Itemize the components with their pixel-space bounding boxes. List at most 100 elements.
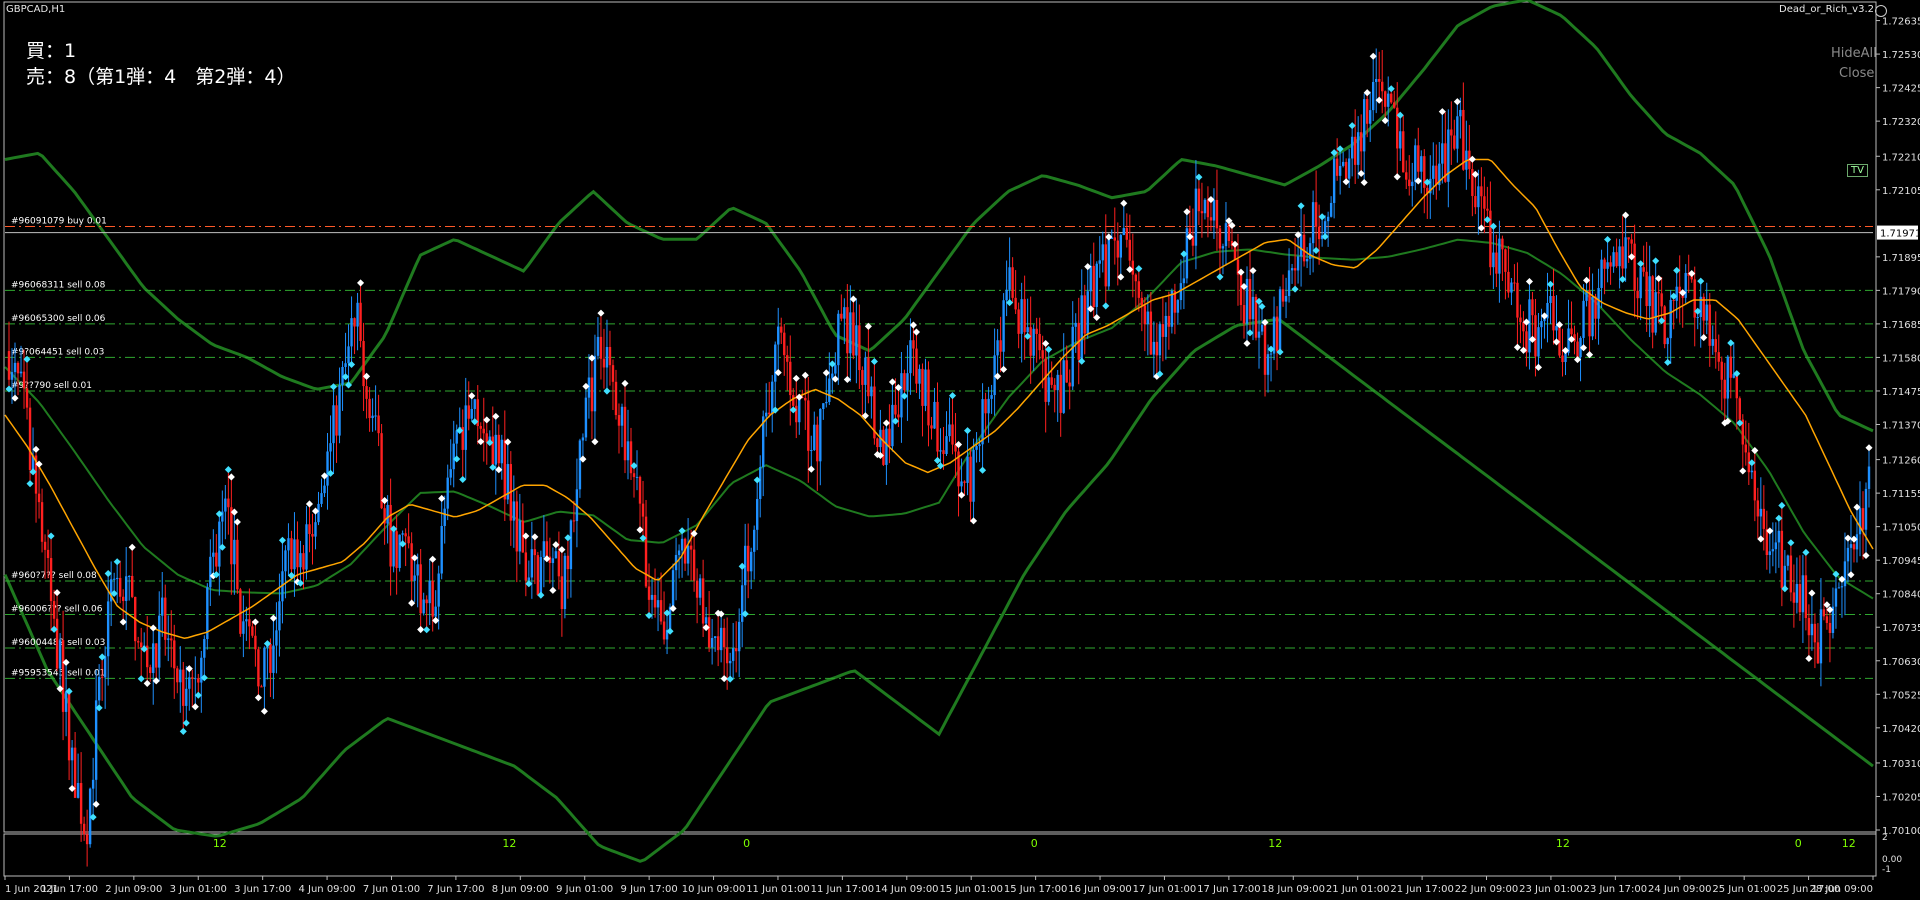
candle-body: [1651, 276, 1654, 333]
candle-body: [1074, 322, 1077, 327]
candle-body: [1411, 181, 1414, 187]
candle-body: [560, 576, 564, 610]
candle-body: [1044, 358, 1047, 402]
candle-body: [482, 428, 485, 434]
candle-body: [677, 550, 681, 555]
candle-body: [13, 362, 17, 373]
candle-body: [1723, 379, 1726, 399]
candle-body: [765, 412, 768, 417]
candle-body: [179, 669, 182, 683]
candle-body: [497, 434, 500, 464]
candle-body: [512, 501, 516, 521]
sub-y-tick-label: -1: [1882, 865, 1891, 875]
candle-body: [106, 601, 110, 657]
candle-body: [795, 405, 798, 423]
candle-body: [1314, 202, 1318, 227]
candle-body: [152, 643, 155, 674]
candle-body: [1486, 208, 1489, 211]
candle-body: [834, 365, 837, 374]
candle-body: [855, 325, 858, 356]
candle-body: [121, 596, 125, 601]
candle-body: [1408, 179, 1411, 187]
candle-body: [362, 341, 365, 387]
candle-body: [1041, 350, 1044, 359]
candle-body: [1552, 295, 1555, 331]
candle-body: [912, 340, 915, 349]
candle-body: [161, 597, 164, 616]
candle-body: [792, 395, 795, 406]
candle-body: [894, 404, 897, 415]
candle-body: [1062, 360, 1065, 413]
candle-body: [1624, 237, 1627, 269]
candle-body: [43, 541, 47, 550]
candle-body: [656, 600, 660, 608]
candle-body: [1675, 286, 1678, 301]
candle-body: [638, 476, 642, 504]
candle-body: [203, 639, 206, 658]
y-tick-label: 1.70735: [1882, 623, 1920, 634]
candle-body: [704, 617, 708, 624]
candle-body: [1113, 237, 1116, 241]
candle-body: [1804, 575, 1808, 619]
candle-body: [1531, 299, 1534, 316]
candle-body: [840, 313, 843, 319]
candle-body: [1125, 228, 1129, 240]
candle-body: [774, 344, 777, 382]
candle-body: [1759, 508, 1763, 517]
candle-body: [470, 408, 473, 419]
candle-body: [1657, 292, 1660, 294]
candle-body: [1092, 265, 1095, 307]
candle-body: [1381, 81, 1384, 92]
candle-body: [1365, 99, 1369, 124]
candle-body: [942, 450, 945, 454]
candle-body: [386, 504, 389, 524]
candle-body: [1711, 339, 1714, 346]
candle-body: [659, 600, 663, 622]
candle-body: [1149, 311, 1153, 355]
candle-body: [882, 429, 885, 465]
hide-all-button[interactable]: HideAll: [1831, 46, 1877, 61]
y-tick-label: 1.71475: [1882, 387, 1920, 398]
candle-body: [822, 403, 825, 410]
candle-body: [1705, 304, 1708, 321]
candle-body: [275, 630, 278, 646]
candle-body: [1528, 299, 1531, 353]
candle-body: [500, 439, 503, 464]
tv-badge[interactable]: TV: [1847, 164, 1868, 177]
price-chart[interactable]: #96091079 buy 0.01 #96068311 sell 0.08 #96…: [0, 0, 1920, 900]
candle-body: [326, 451, 329, 486]
candle-body: [1789, 555, 1793, 593]
candle-body: [67, 691, 71, 761]
candle-body: [194, 678, 197, 680]
candle-body: [124, 576, 128, 601]
candle-body: [257, 649, 260, 687]
candle-body: [566, 555, 570, 570]
candle-body: [1483, 196, 1486, 209]
candle-body: [1414, 145, 1417, 182]
candle-body: [837, 313, 840, 366]
candle-body: [1639, 267, 1642, 299]
candle-body: [1405, 172, 1408, 180]
candle-body: [1696, 317, 1699, 319]
candle-body: [137, 641, 140, 643]
candle-body: [617, 415, 621, 426]
candle-body: [969, 456, 972, 502]
candle-body: [359, 302, 362, 342]
session-hour-label: 12: [1842, 837, 1856, 850]
candle-body: [1194, 188, 1198, 246]
close-button[interactable]: Close: [1839, 66, 1874, 81]
y-tick-label: 1.70420: [1882, 724, 1920, 735]
candle-body: [1519, 317, 1522, 323]
candle-body: [918, 368, 921, 384]
candle-body: [581, 437, 585, 441]
candle-body: [1459, 109, 1462, 117]
candle-body: [308, 524, 311, 535]
candle-body: [749, 551, 753, 572]
candle-body: [1825, 616, 1829, 623]
candle-body: [903, 373, 906, 391]
candle-body: [650, 594, 654, 600]
candle-body: [1612, 252, 1615, 267]
candle-body: [701, 578, 705, 624]
candle-body: [536, 555, 540, 595]
candle-body: [930, 425, 933, 429]
